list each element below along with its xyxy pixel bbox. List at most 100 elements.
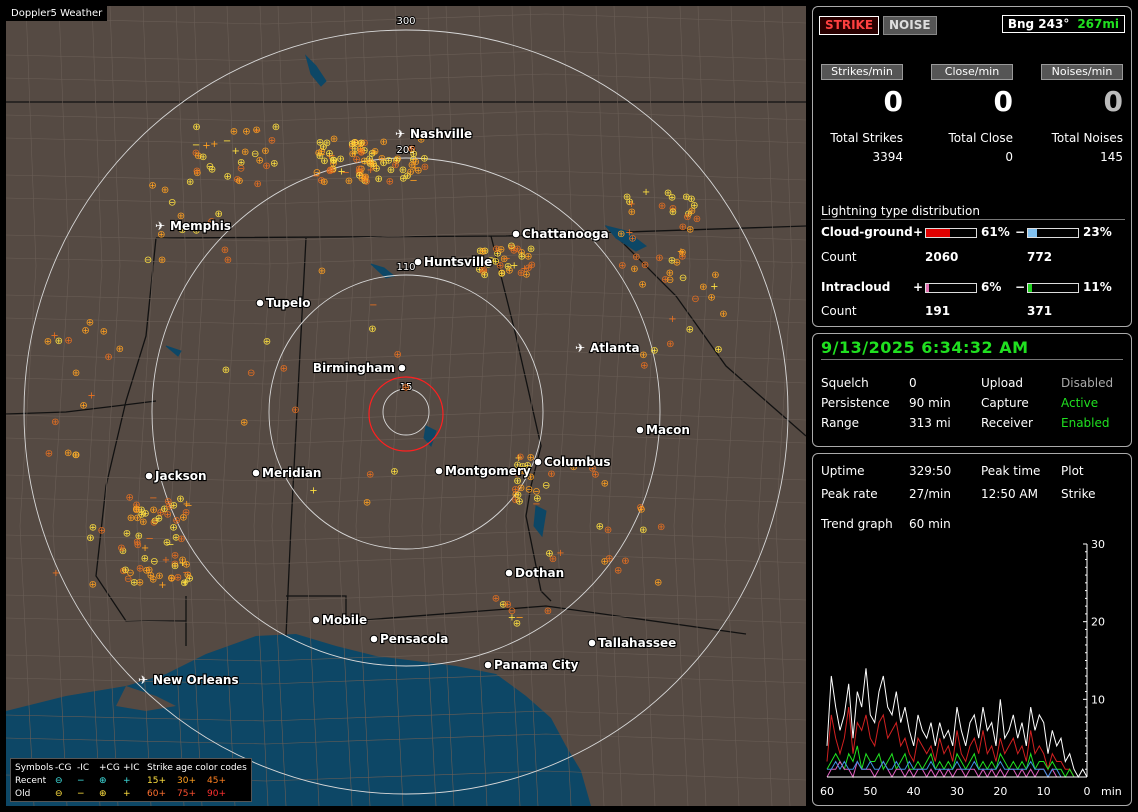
city-label[interactable]: Huntsville xyxy=(423,254,494,270)
plot-value[interactable]: Strike xyxy=(1061,487,1096,501)
range-value[interactable]: 313 mi xyxy=(909,416,951,430)
trend-graph-label: Trend graph xyxy=(821,517,893,531)
city-label[interactable]: Mobile xyxy=(321,612,368,628)
city-label[interactable]: New Orleans xyxy=(152,672,240,688)
legend-recent-label: Recent xyxy=(15,775,47,786)
city-label[interactable]: Tupelo xyxy=(265,295,312,311)
strike-symbol: − xyxy=(223,136,231,147)
strike-symbol: + xyxy=(668,314,676,325)
bearing-value: Bng 243° xyxy=(1007,17,1070,31)
county-line-v xyxy=(691,6,709,806)
strike-symbol: ⊖ xyxy=(247,368,255,379)
strike-symbol: ⊕ xyxy=(262,161,270,172)
cg-negative-pct: 23% xyxy=(1083,225,1112,239)
county-line-h xyxy=(6,290,806,302)
range-ring-label: 300 xyxy=(396,16,415,27)
county-line-v xyxy=(85,6,103,806)
strike-symbol: ⊖ xyxy=(525,485,533,496)
trend-series-line xyxy=(826,707,1087,778)
lightning-map[interactable]: 15 110 205 300 ⊕ + ⊕ ⊕ ⊕ ⊕ ⊕ ⊕ ⊕ ⊕ ⊕ ⊕ ⊕ ⊕ ⊖ ⊖ ⊕ − ⊕ ⊕ ⊕ ⊕ ⊕ ⊕ ⊕ ⊕ ⊕ ⊕… xyxy=(6,6,806,806)
legend-header-row: Symbols -CG -IC +CG +IC Strike age color… xyxy=(15,761,247,774)
strike-symbol: ⊕ xyxy=(515,497,523,508)
total-strikes-label: Total Strikes xyxy=(830,131,903,145)
persistence-value[interactable]: 90 min xyxy=(909,396,951,410)
county-line-h xyxy=(6,590,806,602)
pos-cg-recent-icon: ⊕ xyxy=(99,775,107,786)
city-label[interactable]: Jackson xyxy=(153,468,208,484)
city-label[interactable]: Panama City xyxy=(493,657,580,673)
upload-value[interactable]: Disabled xyxy=(1061,376,1113,390)
noises-per-min-button[interactable]: Noises/min xyxy=(1041,64,1123,80)
strike-symbol: ⊕ xyxy=(711,270,719,281)
strike-symbol: ⊕ xyxy=(161,185,169,196)
legend-pos-ic: +IC xyxy=(123,762,140,773)
strike-mode-button[interactable]: STRIKE xyxy=(819,16,880,35)
strike-symbol: ⊕ xyxy=(386,176,394,187)
city-label[interactable]: Memphis xyxy=(169,218,232,234)
close-per-min-button[interactable]: Close/min xyxy=(931,64,1013,80)
city-label[interactable]: Tallahassee xyxy=(597,635,677,651)
strike-symbol: ⊕ xyxy=(174,573,182,584)
squelch-value[interactable]: 0 xyxy=(909,376,917,390)
county-line-h xyxy=(6,470,806,482)
city-label[interactable]: Macon xyxy=(645,422,691,438)
strikes-per-min-button[interactable]: Strikes/min xyxy=(821,64,903,80)
city-label[interactable]: Nashville xyxy=(409,126,473,142)
trend-graph-value[interactable]: 60 min xyxy=(909,517,951,531)
ic-negative-count: 371 xyxy=(1027,304,1053,318)
city-label[interactable]: Birmingham xyxy=(312,360,396,376)
strike-symbol: ⊕ xyxy=(291,405,299,416)
strike-symbol: ⊕ xyxy=(628,207,636,218)
strike-symbol: ⊕ xyxy=(235,176,243,187)
strike-symbol: + xyxy=(50,330,58,341)
age-75: 75+ xyxy=(177,788,196,799)
strike-symbol: ⊕ xyxy=(170,500,178,511)
strike-symbol: ⊕ xyxy=(639,525,647,536)
city-dot xyxy=(397,363,407,373)
county-line-h xyxy=(6,350,806,362)
strike-symbol: ⊕ xyxy=(242,127,250,138)
upload-label: Upload xyxy=(981,376,1024,390)
strike-symbol: ⊕ xyxy=(650,345,658,356)
bearing-readout: Bng 243° 267mi xyxy=(1001,15,1125,33)
city-label[interactable]: Pensacola xyxy=(379,631,449,647)
cg-count-label: Count xyxy=(821,250,857,264)
strike-symbol: ⊕ xyxy=(222,365,230,376)
city-label[interactable]: Columbus xyxy=(543,454,612,470)
city-label[interactable]: Atlanta xyxy=(589,340,641,356)
uptime-label: Uptime xyxy=(821,464,865,478)
close-per-min-value: 0 xyxy=(993,85,1013,118)
strike-symbol: ⊕ xyxy=(621,556,629,567)
strike-stats-panel: STRIKE NOISE Bng 243° 267mi Strikes/min C… xyxy=(812,6,1132,327)
strike-symbol: ⊖ xyxy=(532,486,540,497)
strike-symbol: − xyxy=(515,613,523,624)
city-label[interactable]: Dothan xyxy=(514,565,565,581)
ic-count-label: Count xyxy=(821,304,857,318)
legend-old-label: Old xyxy=(15,788,31,799)
trend-x-tick-label: 50 xyxy=(863,785,877,798)
legend-pos-cg: +CG xyxy=(99,762,120,773)
map-canvas[interactable]: 15110205300 ⊕+⊕⊕ ⊕⊕ ⊕⊕⊕⊕⊕⊕⊕⊕⊖⊖⊕− ⊕⊕⊕⊕⊕⊕⊕⊕⊕⊕… xyxy=(6,6,806,806)
strike-symbol: ⊕ xyxy=(348,139,356,150)
city-label[interactable]: Montgomery xyxy=(444,463,532,479)
strike-symbol: + xyxy=(232,146,240,157)
city-label[interactable]: Meridian xyxy=(261,465,323,481)
trend-x-tick-label: 60 xyxy=(820,785,834,798)
strike-symbol: ⊕ xyxy=(270,158,278,169)
noise-mode-button[interactable]: NOISE xyxy=(883,16,937,35)
strike-symbol: ⊕ xyxy=(596,522,604,533)
strike-symbol: ⊕ xyxy=(323,138,331,149)
strike-symbol: ⊕ xyxy=(224,172,232,183)
strike-symbol: ⊕ xyxy=(410,149,418,160)
capture-value[interactable]: Active xyxy=(1061,396,1098,410)
strike-symbol: ⊕ xyxy=(513,244,521,255)
legend-age-label: Strike age color codes xyxy=(147,762,247,773)
city-label[interactable]: Chattanooga xyxy=(521,226,610,242)
strike-symbol: ⊕ xyxy=(179,513,187,524)
strike-symbol: ⊕ xyxy=(45,449,53,460)
strike-symbol: ⊕ xyxy=(318,266,326,277)
strike-symbol: ⊕ xyxy=(142,566,150,577)
county-line-h xyxy=(6,313,806,325)
receiver-value[interactable]: Enabled xyxy=(1061,416,1110,430)
strike-symbol: ⊕ xyxy=(640,361,648,372)
